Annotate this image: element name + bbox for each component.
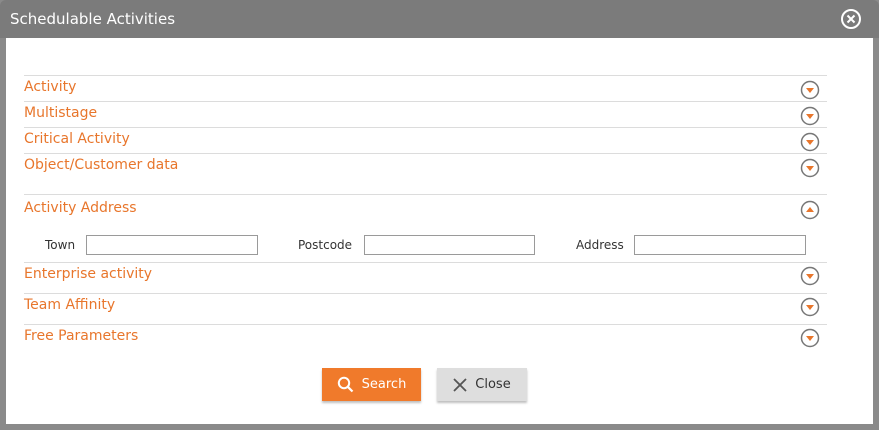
chevron-down-icon[interactable] (800, 80, 820, 100)
chevron-down-icon[interactable] (800, 106, 820, 126)
section-free-parameters[interactable]: Free Parameters (24, 324, 827, 355)
section-label: Multistage (24, 105, 98, 121)
section-label: Free Parameters (24, 328, 139, 344)
search-button-label: Search (361, 377, 407, 392)
postcode-input[interactable] (364, 235, 535, 255)
section-activity-address[interactable]: Activity Address (24, 194, 827, 224)
close-button[interactable]: Close (437, 368, 527, 401)
chevron-down-icon[interactable] (800, 132, 820, 152)
section-enterprise-activity[interactable]: Enterprise activity (24, 262, 827, 293)
chevron-down-icon[interactable] (800, 266, 820, 286)
dialog-body: Activity Multistage Critical Activity Ob… (6, 38, 873, 424)
schedulable-activities-dialog: Schedulable Activities Activity Multista… (0, 0, 879, 430)
search-button[interactable]: Search (322, 368, 421, 401)
search-icon (337, 376, 353, 393)
address-input[interactable] (634, 235, 806, 255)
town-label: Town (45, 238, 76, 252)
section-label: Activity (24, 79, 77, 95)
chevron-up-icon[interactable] (800, 200, 820, 220)
close-circle-icon[interactable] (840, 8, 862, 30)
section-object-customer-data[interactable]: Object/Customer data (24, 153, 827, 193)
close-button-label: Close (475, 377, 511, 392)
section-label: Team Affinity (24, 297, 116, 313)
section-label: Object/Customer data (24, 157, 179, 173)
close-icon (453, 377, 467, 392)
section-label: Critical Activity (24, 131, 130, 147)
section-multistage[interactable]: Multistage (24, 101, 827, 127)
dialog-titlebar: Schedulable Activities (0, 0, 879, 38)
town-input[interactable] (86, 235, 258, 255)
postcode-label: Postcode (298, 238, 353, 252)
chevron-down-icon[interactable] (800, 297, 820, 317)
chevron-down-icon[interactable] (800, 328, 820, 348)
section-activity[interactable]: Activity (24, 75, 827, 101)
section-label: Activity Address (24, 200, 137, 216)
dialog-title: Schedulable Activities (10, 10, 176, 28)
chevron-down-icon[interactable] (800, 158, 820, 178)
section-critical-activity[interactable]: Critical Activity (24, 127, 827, 153)
address-label: Address (576, 238, 624, 252)
section-label: Enterprise activity (24, 266, 153, 282)
section-team-affinity[interactable]: Team Affinity (24, 293, 827, 324)
